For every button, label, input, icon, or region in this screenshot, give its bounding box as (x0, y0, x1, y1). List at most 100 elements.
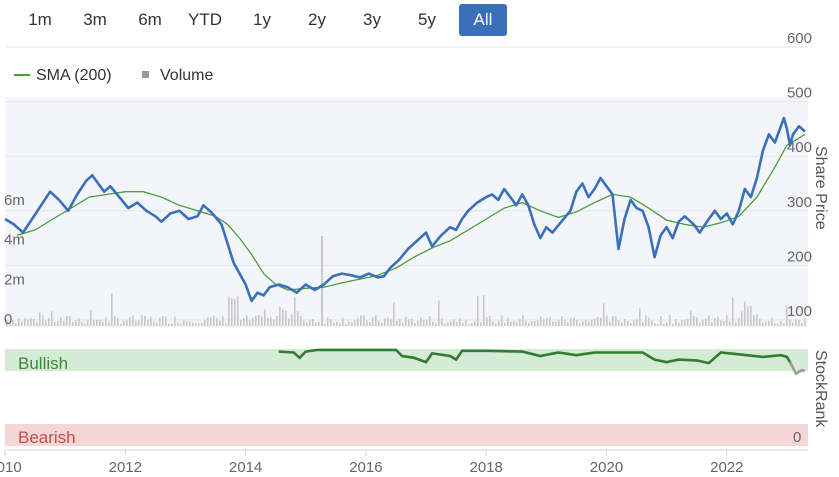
volume-bar (231, 298, 233, 326)
volume-bar (654, 323, 656, 326)
volume-bar (120, 323, 122, 326)
volume-bar (402, 322, 404, 326)
volume-bar (627, 320, 629, 326)
x-tick-label: 2018 (470, 459, 503, 476)
volume-bar (411, 318, 413, 326)
volume-bar (378, 320, 380, 326)
volume-bar (363, 315, 365, 326)
volume-bar (351, 321, 353, 326)
volume-bar (258, 315, 260, 326)
volume-bar (300, 315, 302, 326)
volume-bar (171, 323, 173, 326)
volume-bar (165, 316, 167, 326)
volume-bar (45, 320, 47, 326)
volume-bar (42, 315, 44, 326)
volume-bar (294, 297, 296, 326)
volume-bar (630, 323, 632, 326)
volume-bar (672, 323, 674, 326)
volume-bar (798, 319, 800, 326)
volume-bar (360, 315, 362, 326)
volume-bar (696, 317, 698, 326)
stockrank-zero-tick: 0 (793, 429, 801, 446)
volume-bar (267, 318, 269, 326)
volume-tick-label: 4m (4, 232, 25, 249)
volume-bar (345, 323, 347, 326)
volume-bar (693, 316, 695, 326)
volume-bar (726, 315, 728, 326)
volume-bar (246, 315, 248, 326)
volume-bar (195, 323, 197, 326)
volume-bar (168, 323, 170, 326)
volume-bar (717, 316, 719, 326)
volume-bar (552, 321, 554, 326)
volume-bar (408, 319, 410, 326)
price-tick-label: 300 (787, 194, 812, 211)
volume-bar (681, 319, 683, 326)
volume-bar (315, 322, 317, 326)
volume-bar (312, 318, 314, 326)
volume-bar (177, 322, 179, 326)
volume-bar (117, 318, 119, 326)
volume-bar (594, 319, 596, 326)
volume-bar (90, 310, 92, 326)
volume-bar (669, 315, 671, 326)
volume-bar (135, 320, 137, 326)
volume-bar (657, 323, 659, 326)
volume-bar (333, 323, 335, 326)
volume-bar (489, 315, 491, 326)
volume-bar (198, 323, 200, 326)
volume-bar (795, 319, 797, 326)
volume-bar (747, 306, 749, 326)
volume-bar (642, 321, 644, 326)
volume-bar (144, 316, 146, 326)
volume-bar (600, 317, 602, 326)
volume-bar (291, 314, 293, 326)
volume-bar (606, 315, 608, 326)
volume-bar (60, 317, 62, 326)
volume-bar (741, 311, 743, 326)
volume-bar (309, 320, 311, 326)
legend-volume-label[interactable]: Volume (160, 67, 213, 84)
volume-bar (369, 322, 371, 326)
volume-bar (357, 318, 359, 326)
volume-bar (789, 319, 791, 326)
volume-bar (624, 318, 626, 326)
price-tick-label: 400 (787, 139, 812, 156)
volume-bar (375, 315, 377, 326)
volume-bar (399, 318, 401, 326)
volume-bar (414, 323, 416, 326)
volume-bar (273, 319, 275, 326)
x-axis-ticks: 2010 2012 2014 2016 2018 2020 2022 (0, 450, 743, 476)
volume-bar (153, 321, 155, 326)
volume-bar (684, 319, 686, 326)
volume-bar (75, 320, 77, 326)
volume-bar (561, 316, 563, 326)
volume-bar (297, 311, 299, 326)
volume-bar (732, 297, 734, 326)
volume-bar (393, 302, 395, 326)
volume-bar (774, 323, 776, 326)
volume-bar (453, 319, 455, 326)
legend-sma-label[interactable]: SMA (200) (36, 67, 112, 84)
volume-bar (228, 297, 230, 326)
bearish-label: Bearish (18, 428, 76, 447)
x-tick-label: 2012 (109, 459, 142, 476)
volume-bar (750, 305, 752, 326)
volume-bar (507, 317, 509, 326)
volume-bar (384, 318, 386, 326)
volume-bar (426, 320, 428, 326)
volume-bar (54, 321, 56, 326)
volume-bar (675, 318, 677, 326)
volume-bar (474, 321, 476, 326)
volume-bar (615, 316, 617, 326)
volume-bar (30, 317, 32, 326)
volume-bar (447, 322, 449, 326)
volume-bar (702, 319, 704, 326)
volume-bar (645, 315, 647, 326)
volume-bar (87, 320, 89, 326)
volume-bar (33, 318, 35, 326)
volume-bar (234, 298, 236, 326)
volume-bar (438, 300, 440, 326)
price-tick-label: 500 (787, 85, 812, 102)
volume-bar (801, 322, 803, 326)
